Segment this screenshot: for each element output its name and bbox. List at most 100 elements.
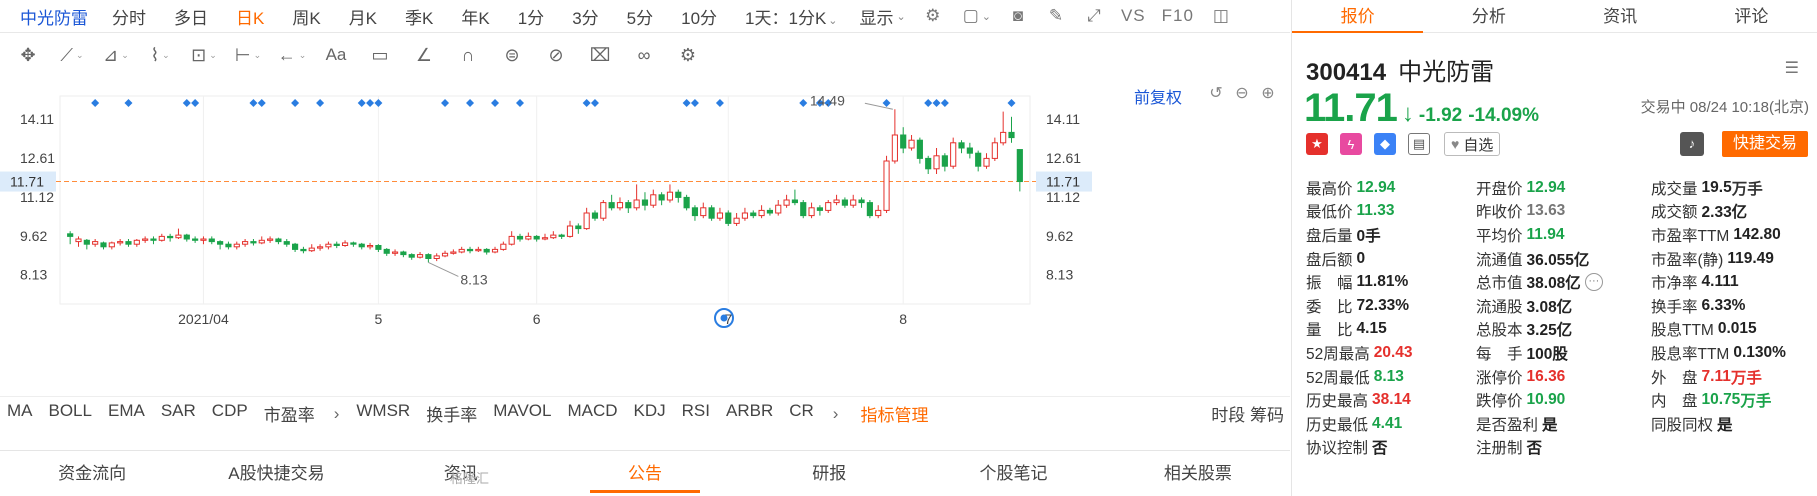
event-marker[interactable]	[924, 99, 933, 107]
candle-body[interactable]	[275, 238, 282, 243]
quote-tab-0[interactable]: 报价	[1292, 0, 1424, 33]
candle-body[interactable]	[391, 251, 399, 254]
candle-body[interactable]	[566, 225, 574, 237]
candle-body[interactable]	[866, 202, 873, 217]
session-chips-label[interactable]: 时段 筹码	[1211, 401, 1290, 426]
candle-body[interactable]	[950, 142, 957, 167]
bottom-tab-5[interactable]: 个股笔记	[921, 451, 1105, 496]
period-tab-3[interactable]: 周K	[278, 4, 334, 29]
candle-body[interactable]	[217, 241, 224, 245]
kline-chart[interactable]: 2021/04 5 6 7 8 14.11 14.11 12.61 12.61 11.12 11.1…	[0, 76, 1290, 388]
candle-body[interactable]	[925, 157, 932, 170]
period-tab-10[interactable]: 10分	[667, 4, 731, 29]
event-marker[interactable]	[249, 99, 258, 107]
reset-icon[interactable]: ↺	[1206, 84, 1226, 104]
more-icon[interactable]: ···	[1584, 273, 1603, 292]
event-marker[interactable]	[191, 99, 200, 107]
candle-body[interactable]	[958, 142, 965, 149]
note-icon[interactable]: ▤	[1408, 133, 1430, 155]
candle-body[interactable]	[292, 243, 299, 250]
candle-body[interactable]	[850, 199, 857, 206]
zoom-in-icon[interactable]: ⊕	[1258, 84, 1278, 104]
candle-body[interactable]	[500, 243, 507, 250]
candle-body[interactable]	[766, 209, 774, 214]
candle-body[interactable]	[458, 248, 465, 253]
candle-body[interactable]	[883, 160, 890, 211]
event-marker[interactable]	[374, 99, 383, 107]
candle-body[interactable]	[158, 235, 165, 241]
indicator-sub-5[interactable]: RSI	[675, 401, 719, 426]
measure-tool-button[interactable]: ⊢ ⌄	[226, 41, 270, 69]
candle-body[interactable]	[541, 237, 549, 240]
candle-body[interactable]	[375, 245, 382, 250]
chevron-right-icon[interactable]: ›	[823, 404, 849, 424]
bottom-tab-6[interactable]: 相关股票	[1106, 451, 1290, 496]
flash-icon[interactable]: ϟ	[1340, 133, 1362, 155]
chart-style-button[interactable]: ▢ ⌄	[952, 5, 999, 27]
candle-body[interactable]	[725, 212, 732, 224]
candle-body[interactable]	[92, 241, 99, 245]
candle-body[interactable]	[983, 157, 990, 167]
event-marker[interactable]	[491, 99, 500, 107]
candle-body[interactable]	[775, 204, 782, 214]
candle-body[interactable]	[416, 254, 424, 258]
candle-body[interactable]	[616, 202, 624, 209]
candle-body[interactable]	[750, 212, 757, 217]
indicator-sub-6[interactable]: ARBR	[719, 401, 782, 426]
candle-body[interactable]	[208, 238, 215, 243]
candle-body[interactable]	[150, 238, 157, 241]
candle-body[interactable]	[1008, 131, 1015, 139]
candle-body[interactable]	[508, 235, 515, 245]
bottom-tab-0[interactable]: 资金流向	[0, 451, 184, 496]
candle-body[interactable]	[550, 234, 557, 239]
f10-button[interactable]: F10	[1154, 6, 1202, 26]
candle-body[interactable]	[700, 207, 707, 217]
event-marker[interactable]	[441, 99, 450, 107]
period-tab-4[interactable]: 月K	[335, 4, 391, 29]
indicator-sub-0[interactable]: WMSR	[349, 401, 419, 426]
candle-body[interactable]	[425, 254, 432, 260]
candle-body[interactable]	[675, 191, 682, 198]
channel-tool-button[interactable]: ⊿ ⌄	[94, 41, 138, 69]
bell-icon[interactable]: ♪	[1680, 132, 1704, 156]
bottom-tab-1[interactable]: A股快捷交易	[184, 451, 368, 496]
candle-body[interactable]	[192, 238, 199, 241]
candle-body[interactable]	[142, 238, 149, 241]
text-tool-button[interactable]: Aa	[314, 41, 358, 69]
candle-body[interactable]	[900, 134, 907, 149]
indicator-2[interactable]: EMA	[101, 401, 154, 426]
display-dropdown[interactable]: 显示 ⌄	[852, 4, 914, 29]
panel-toggle-button[interactable]: ◫	[1202, 5, 1240, 27]
event-marker[interactable]	[466, 99, 475, 107]
chevron-right-icon[interactable]: ›	[324, 404, 350, 424]
candle-body[interactable]	[833, 199, 840, 204]
candle-body[interactable]	[283, 241, 290, 245]
candle-body[interactable]	[316, 246, 324, 249]
candle-body[interactable]	[483, 248, 490, 253]
vs-button[interactable]: VS	[1113, 6, 1154, 26]
candle-body[interactable]	[133, 239, 140, 245]
line-tool-button[interactable]: ⟋ ⌄	[50, 41, 94, 69]
move-tool-button[interactable]: ✥	[6, 41, 50, 69]
candle-body[interactable]	[583, 212, 590, 230]
comment-tool-button[interactable]: ▭	[358, 41, 402, 69]
candle-body[interactable]	[475, 248, 482, 252]
arrow-tool-button[interactable]: ← ⌄	[270, 41, 314, 69]
candle-body[interactable]	[933, 155, 940, 170]
bottom-tab-4[interactable]: 研报	[737, 451, 921, 496]
event-marker[interactable]	[357, 99, 366, 107]
event-marker[interactable]	[124, 99, 133, 107]
hide-tool-button[interactable]: ⊘	[534, 41, 578, 69]
period-tab-7[interactable]: 1分	[504, 4, 558, 29]
candle-body[interactable]	[533, 235, 540, 240]
period-tab-11[interactable]: 1天：1分K ⌄	[731, 4, 851, 29]
candle-body[interactable]	[516, 235, 524, 240]
indicator-1[interactable]: BOLL	[42, 401, 101, 426]
candle-body[interactable]	[708, 207, 715, 219]
candle-body[interactable]	[466, 248, 474, 252]
candle-body[interactable]	[75, 238, 82, 243]
delete-tool-button[interactable]: ⌧	[578, 41, 622, 69]
event-marker[interactable]	[932, 99, 941, 107]
bottom-tab-3[interactable]: 公告	[553, 451, 737, 496]
candle-body[interactable]	[400, 251, 407, 256]
